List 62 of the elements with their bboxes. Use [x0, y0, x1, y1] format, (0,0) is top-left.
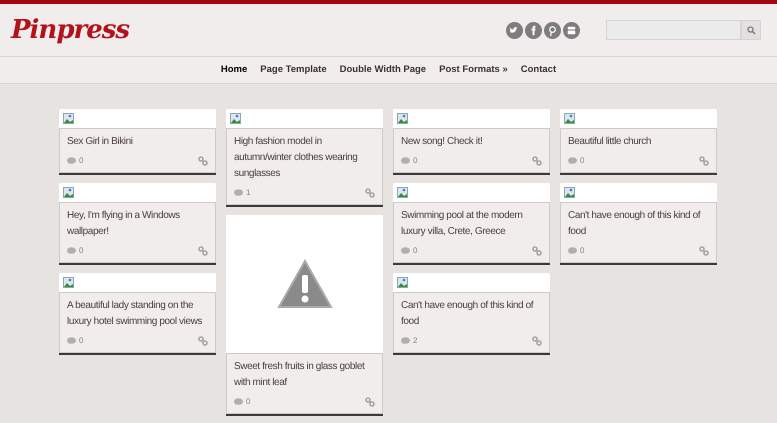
post-title[interactable]: Sex Girl in Bikini: [67, 134, 208, 150]
link-icon[interactable]: [365, 188, 375, 198]
nav-link[interactable]: Home: [220, 62, 248, 78]
link-icon[interactable]: [699, 156, 709, 166]
post-title[interactable]: A beautiful lady standing on the luxury hotel swimming pool views: [67, 298, 208, 330]
comment-icon: [401, 157, 410, 165]
link-icon[interactable]: [198, 336, 208, 346]
comment-count: 0: [580, 155, 584, 167]
comment-count: 0: [413, 155, 418, 167]
comment-icon: [234, 398, 243, 406]
comment-icon: [568, 157, 577, 165]
comment-icon: [234, 189, 243, 197]
link-icon[interactable]: [532, 336, 542, 346]
search-icon: [746, 26, 756, 34]
nav-link[interactable]: Post Formats »: [439, 62, 508, 78]
post-title[interactable]: Sweet fresh fruits in glass goblet with mint leaf: [234, 359, 375, 391]
broken-image-icon: [564, 187, 575, 198]
broken-image-icon: [63, 277, 74, 288]
comment-icon: [401, 247, 410, 255]
link-icon[interactable]: [198, 246, 208, 256]
post-title[interactable]: Hey, I'm flying in a Windows wallpaper!: [67, 208, 208, 240]
post-title[interactable]: Can't have enough of this kind of food: [401, 298, 542, 330]
post-title[interactable]: Swimming pool at the modern luxury villa, Crete, Greece: [401, 208, 542, 240]
comment-count: 0: [79, 155, 84, 167]
twitter-icon[interactable]: [506, 22, 523, 38]
comment-count: 0: [79, 335, 84, 347]
link-icon[interactable]: [365, 397, 375, 407]
comment-icon: [67, 247, 76, 255]
nav-link[interactable]: Page Template: [260, 62, 327, 78]
facebook-icon[interactable]: [525, 22, 542, 38]
comment-icon: [401, 337, 410, 345]
nav-link[interactable]: Contact: [520, 62, 556, 78]
comment-icon: [67, 337, 76, 345]
warning-icon: [276, 259, 332, 309]
comment-count: 2: [413, 335, 418, 347]
comment-count: 0: [580, 245, 584, 257]
pinterest-icon[interactable]: [544, 22, 561, 38]
broken-image-icon: [63, 187, 74, 198]
comment-count: 1: [246, 187, 250, 199]
link-icon[interactable]: [532, 156, 542, 166]
comment-icon: [67, 157, 76, 165]
post-title[interactable]: Beautiful little church: [568, 134, 709, 150]
post-title[interactable]: High fashion model in autumn/winter clothes wearing sunglasses: [234, 134, 375, 182]
search-field[interactable]: [606, 20, 741, 40]
broken-image-icon: [397, 113, 408, 124]
nav-link[interactable]: Double Width Page: [340, 62, 426, 78]
comment-count: 0: [79, 245, 84, 257]
broken-image-icon: [230, 113, 241, 124]
post-title[interactable]: New song! Check it!: [401, 134, 542, 150]
link-icon[interactable]: [198, 156, 208, 166]
broken-image-icon: [63, 113, 74, 124]
link-icon[interactable]: [532, 246, 542, 256]
comment-count: 0: [246, 396, 250, 408]
link-icon[interactable]: [699, 246, 709, 256]
comment-icon: [568, 247, 577, 255]
comment-count: 0: [413, 245, 418, 257]
broken-image-icon: [397, 187, 408, 198]
broken-image-icon: [397, 277, 408, 288]
search-button[interactable]: [741, 20, 761, 40]
site-logo[interactable]: Pinpress: [11, 10, 130, 50]
broken-image-icon: [564, 113, 575, 124]
post-title[interactable]: Can't have enough of this kind of food: [568, 208, 709, 240]
